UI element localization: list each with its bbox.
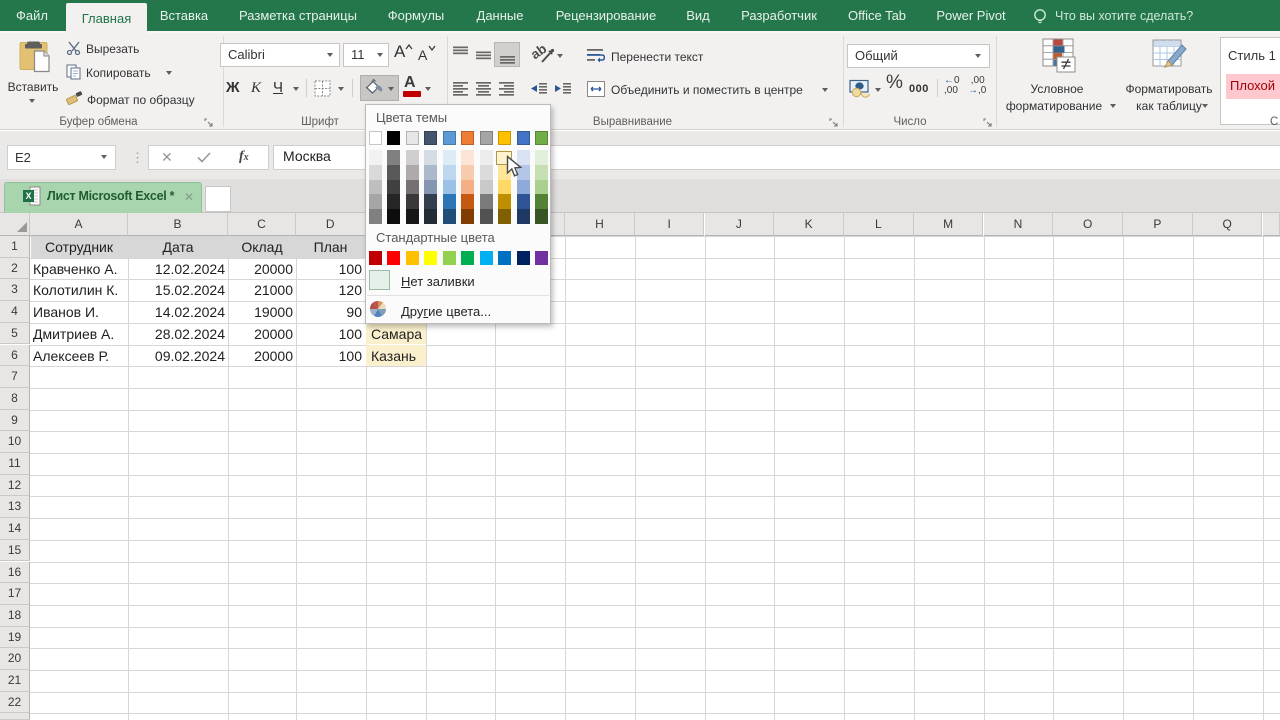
svg-text:X: X [25, 191, 31, 201]
